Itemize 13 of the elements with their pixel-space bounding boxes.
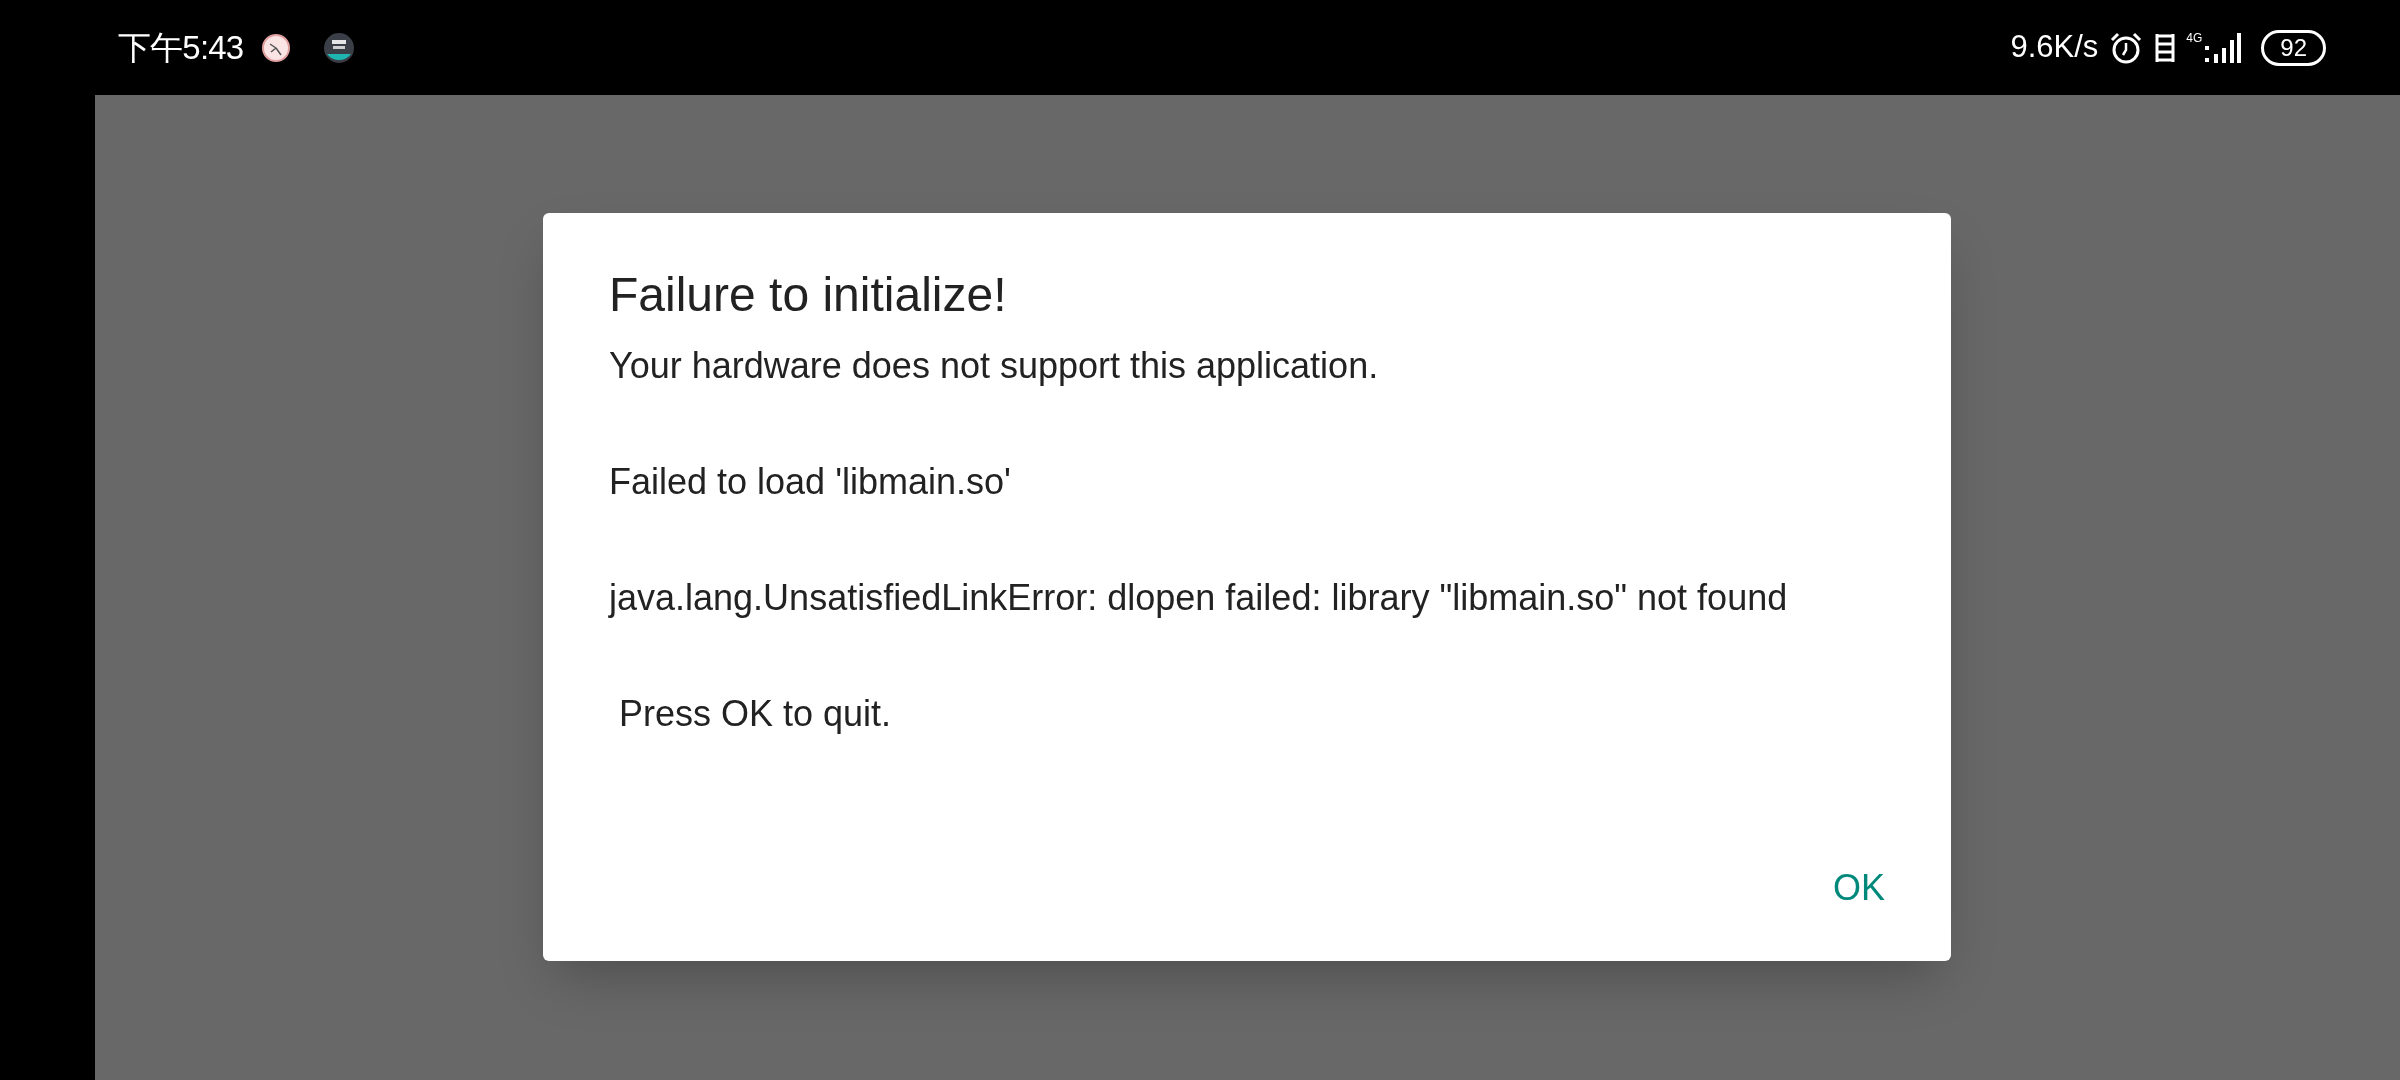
signal-icon	[2205, 31, 2242, 64]
clock-icon	[261, 32, 292, 63]
app-icon	[323, 31, 356, 64]
dialog-title: Failure to initialize!	[609, 267, 1008, 323]
clock-time: 下午5:43	[118, 27, 244, 68]
battery-indicator: 92	[2261, 29, 2326, 66]
network-speed: 9.6K/s	[2010, 28, 2099, 67]
network-type: 4G	[2186, 31, 2203, 44]
dialog-message: Your hardware does not support this application.	[609, 344, 1380, 388]
dialog-message: java.lang.UnsatisfiedLinkError: dlopen failed: library "libmain.so" not found	[609, 576, 1789, 620]
dialog-message: Press OK to quit.	[618, 692, 893, 736]
ok-button[interactable]: OK	[1823, 855, 1895, 921]
dialog-message: Failed to load 'libmain.so'	[609, 460, 1012, 504]
